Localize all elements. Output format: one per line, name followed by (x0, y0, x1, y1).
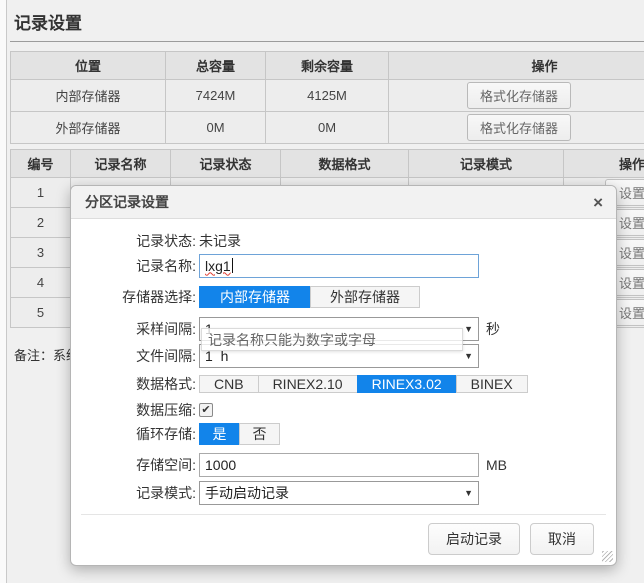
record-status-label: 记录状态: (71, 231, 196, 251)
left-edge-strip (0, 0, 7, 583)
resize-handle[interactable] (602, 551, 613, 562)
total-cell: 0M (166, 112, 266, 144)
dialog-title: 分区记录设置 (71, 192, 580, 212)
compress-checkbox[interactable]: ✔ (199, 403, 213, 417)
format-cnb-button[interactable]: CNB (199, 375, 259, 393)
storage-table: 位置 总容量 剩余容量 操作 内部存储器 7424M 4125M 格式化存储器 … (10, 51, 644, 144)
name-validation-tooltip: 记录名称只能为数字或字母 (201, 328, 463, 351)
location-cell: 内部存储器 (11, 80, 166, 112)
file-interval-label: 文件间隔: (71, 346, 196, 366)
storage-space-input[interactable]: 1000 (199, 453, 479, 477)
start-record-button[interactable]: 启动记录 (428, 523, 520, 555)
format-binex-button[interactable]: BINEX (456, 375, 528, 393)
chevron-down-icon: ▼ (464, 488, 473, 498)
col-format: 数据格式 (281, 150, 409, 178)
loop-no-button[interactable]: 否 (239, 423, 280, 445)
format-rinex210-button[interactable]: RINEX2.10 (258, 375, 358, 393)
record-table-header: 编号 记录名称 记录状态 数据格式 记录模式 操作 (11, 150, 644, 178)
record-mode-select[interactable]: 手动启动记录 ▼ (199, 481, 479, 505)
no-cell: 2 (11, 208, 71, 238)
free-cell: 0M (266, 112, 389, 144)
no-cell: 3 (11, 238, 71, 268)
col-action: 操作 (389, 52, 644, 80)
data-format-label: 数据格式: (71, 374, 196, 394)
free-cell: 4125M (266, 80, 389, 112)
format-rinex302-button[interactable]: RINEX3.02 (357, 375, 457, 393)
internal-storage-button[interactable]: 内部存储器 (199, 286, 311, 308)
record-status-value: 未记录 (199, 231, 241, 251)
cancel-button[interactable]: 取消 (530, 523, 594, 555)
record-mode-value: 手动启动记录 (205, 483, 289, 503)
col-total: 总容量 (166, 52, 266, 80)
no-cell: 4 (11, 268, 71, 298)
format-storage-button[interactable]: 格式化存储器 (467, 114, 571, 141)
format-storage-button[interactable]: 格式化存储器 (467, 82, 571, 109)
storage-space-value: 1000 (205, 457, 236, 473)
close-icon[interactable]: × (580, 194, 616, 211)
dialog-body: 记录状态: 未记录 记录名称: lxg1 存储器选择: 内部存储器 外部存储器 … (71, 219, 616, 505)
dialog-footer: 启动记录 取消 (71, 515, 616, 555)
total-cell: 7424M (166, 80, 266, 112)
col-status: 记录状态 (171, 150, 281, 178)
title-divider (10, 41, 644, 42)
chevron-down-icon: ▼ (464, 351, 473, 361)
record-name-value: lxg1 (205, 258, 231, 274)
storage-space-label: 存储空间: (71, 455, 196, 475)
table-row: 内部存储器 7424M 4125M 格式化存储器 (11, 80, 644, 112)
external-storage-button[interactable]: 外部存储器 (310, 286, 420, 308)
record-mode-label: 记录模式: (71, 483, 196, 503)
col-free: 剩余容量 (266, 52, 389, 80)
record-name-label: 记录名称: (71, 256, 196, 276)
text-caret (232, 258, 233, 273)
loop-storage-label: 循环存储: (71, 424, 196, 444)
space-unit: MB (486, 457, 507, 473)
location-cell: 外部存储器 (11, 112, 166, 144)
sample-interval-label: 采样间隔: (71, 319, 196, 339)
col-no: 编号 (11, 150, 71, 178)
storage-table-header: 位置 总容量 剩余容量 操作 (11, 52, 644, 80)
col-op: 操作 (564, 150, 644, 178)
table-row: 外部存储器 0M 0M 格式化存储器 (11, 112, 644, 144)
data-compress-label: 数据压缩: (71, 400, 196, 420)
no-cell: 5 (11, 298, 71, 328)
chevron-down-icon: ▼ (464, 324, 473, 334)
no-cell: 1 (11, 178, 71, 208)
dialog-header: 分区记录设置 × (71, 186, 616, 219)
col-location: 位置 (11, 52, 166, 80)
record-name-input[interactable]: lxg1 (199, 254, 479, 278)
col-mode: 记录模式 (409, 150, 564, 178)
storage-select-label: 存储器选择: (71, 287, 196, 307)
sample-unit: 秒 (486, 319, 500, 339)
col-name: 记录名称 (71, 150, 171, 178)
page-title: 记录设置 (8, 0, 644, 41)
partition-record-settings-dialog: 分区记录设置 × 记录状态: 未记录 记录名称: lxg1 存储器选择: 内部存… (70, 185, 617, 566)
loop-yes-button[interactable]: 是 (199, 423, 240, 445)
